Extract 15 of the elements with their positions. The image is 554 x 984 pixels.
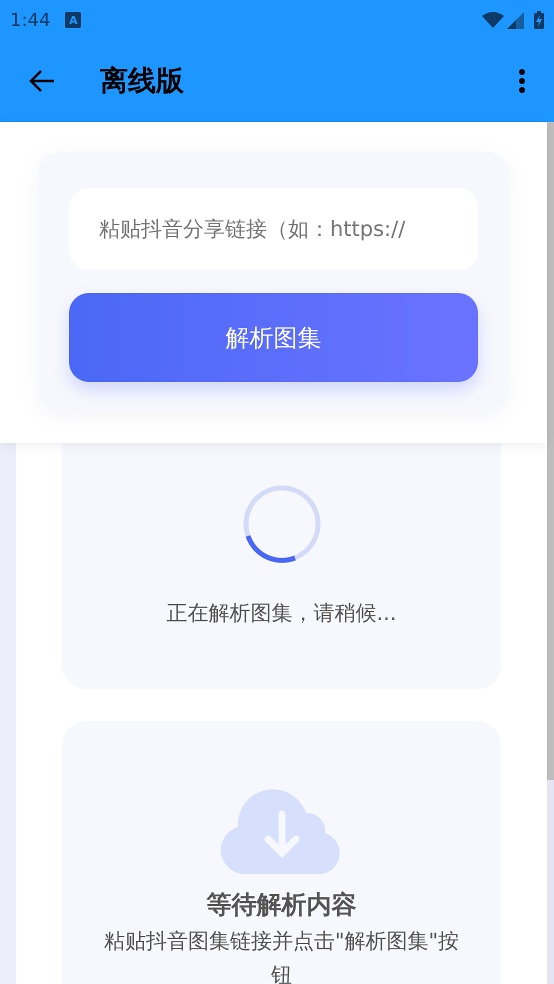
empty-state-title: 等待解析内容 xyxy=(206,889,356,921)
loading-spinner-icon xyxy=(242,484,322,564)
status-time: 1:44 xyxy=(10,8,50,32)
battery-charging-icon xyxy=(534,11,544,29)
empty-state-hint: 粘贴抖音图集链接并点击"解析图集"按钮 xyxy=(102,928,460,984)
link-input-field[interactable]: 粘贴抖音分享链接（如：https:// xyxy=(69,188,478,270)
parse-button[interactable]: 解析图集 xyxy=(69,293,478,382)
notification-icon: A xyxy=(65,12,82,28)
scrollbar[interactable] xyxy=(547,122,554,984)
signal-icon xyxy=(507,12,524,28)
app-bar-title: 离线版 xyxy=(100,63,184,99)
wifi-icon xyxy=(482,12,504,28)
loading-message: 正在解析图集，请稍候... xyxy=(166,600,397,627)
more-menu-icon[interactable] xyxy=(518,68,526,94)
back-arrow-icon[interactable] xyxy=(28,69,56,93)
